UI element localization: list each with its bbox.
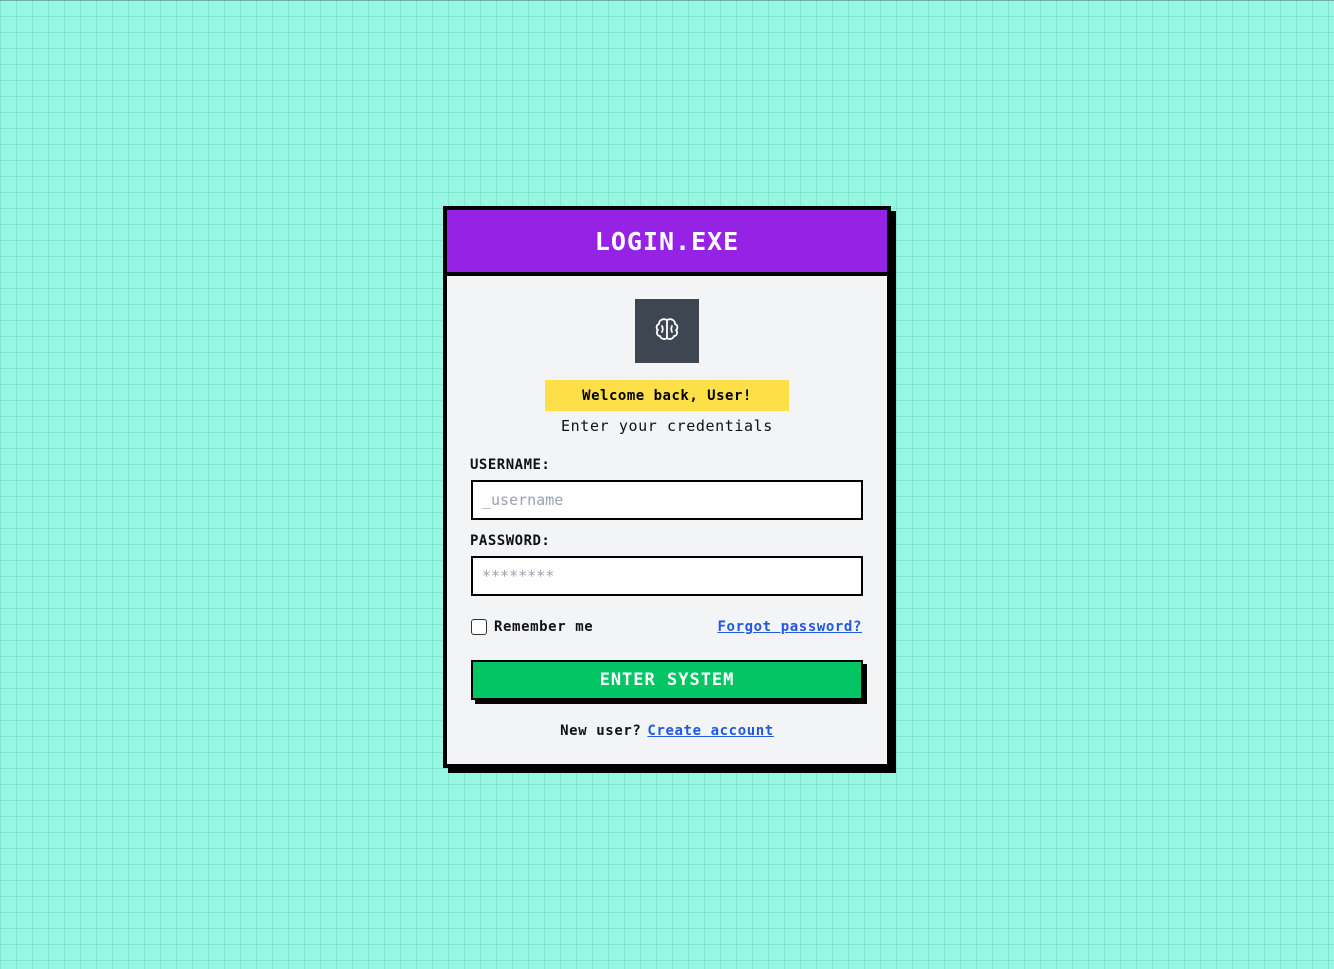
- login-content: Welcome back, User! Enter your credentia…: [447, 276, 887, 768]
- login-window: LOGIN.EXE Welcome back, User! Enter your…: [443, 206, 891, 768]
- signup-prompt: New user? Create account: [447, 723, 887, 739]
- window-title: LOGIN.EXE: [594, 226, 740, 256]
- create-account-link[interactable]: Create account: [647, 723, 773, 739]
- remember-label: Remember me: [494, 619, 594, 635]
- enter-system-button[interactable]: ENTER SYSTEM: [471, 660, 863, 700]
- username-input[interactable]: [471, 480, 863, 520]
- brain-icon: [653, 315, 681, 347]
- new-user-text: New user?: [560, 723, 642, 739]
- welcome-badge: Welcome back, User!: [545, 380, 789, 411]
- forgot-password-link[interactable]: Forgot password?: [718, 619, 862, 635]
- remember-checkbox[interactable]: [471, 619, 487, 635]
- submit-button-wrap: ENTER SYSTEM: [471, 660, 867, 704]
- remember-me[interactable]: Remember me: [471, 619, 593, 635]
- password-input[interactable]: [471, 556, 863, 596]
- subtitle: Enter your credentials: [561, 417, 773, 435]
- username-label: USERNAME:: [470, 457, 551, 473]
- logo: [635, 299, 699, 363]
- window-titlebar: LOGIN.EXE: [447, 210, 887, 276]
- password-label: PASSWORD:: [470, 533, 551, 549]
